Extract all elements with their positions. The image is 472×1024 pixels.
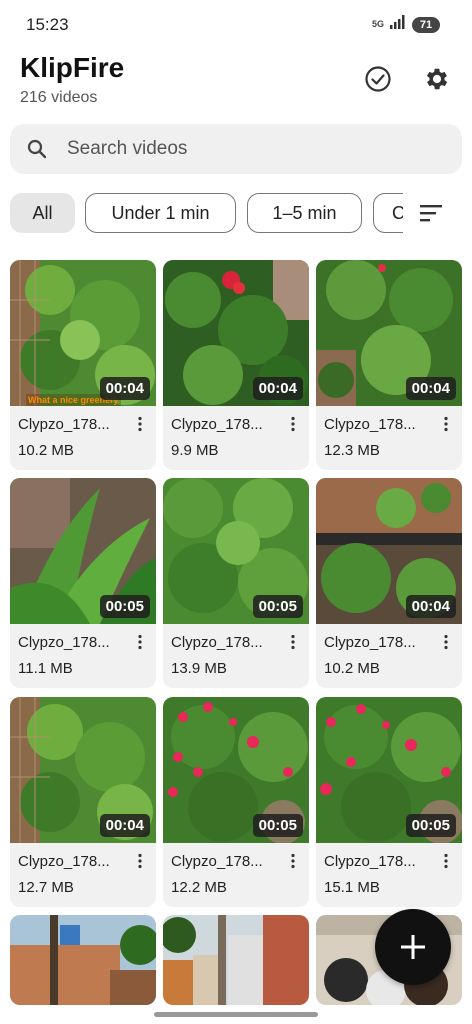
filter-row: All Under 1 min 1–5 min C bbox=[0, 193, 472, 233]
video-card[interactable] bbox=[163, 915, 309, 1005]
video-thumbnail[interactable]: 00:04 bbox=[316, 478, 462, 624]
video-name: Clypzo_178... bbox=[18, 416, 110, 433]
video-card[interactable]: 00:05 Clypzo_178... 13.9 MB bbox=[163, 478, 309, 688]
battery-icon: 71 bbox=[412, 16, 440, 33]
sort-button[interactable] bbox=[418, 201, 446, 225]
status-icons: 5G 71 bbox=[372, 15, 440, 34]
video-duration: 00:05 bbox=[252, 595, 303, 618]
video-thumbnail[interactable]: 00:05 bbox=[10, 478, 156, 624]
video-card[interactable]: 00:04 Clypzo_178... 12.3 MB bbox=[316, 260, 462, 470]
video-card[interactable]: 00:04 Clypzo_178... 12.7 MB bbox=[10, 697, 156, 907]
video-size: 12.3 MB bbox=[324, 442, 380, 459]
video-duration: 00:05 bbox=[99, 595, 150, 618]
video-card[interactable]: 00:04 Clypzo_178... 10.2 MB bbox=[316, 478, 462, 688]
video-thumbnail[interactable]: 00:04 bbox=[316, 260, 462, 406]
video-duration: 00:04 bbox=[252, 377, 303, 400]
network-label: 5G bbox=[371, 19, 384, 29]
gear-icon bbox=[426, 68, 448, 90]
more-options-icon[interactable] bbox=[136, 853, 144, 869]
video-thumbnail[interactable]: 00:04 bbox=[163, 260, 309, 406]
video-name: Clypzo_178... bbox=[171, 853, 263, 870]
video-name: Clypzo_178... bbox=[324, 416, 416, 433]
more-options-icon[interactable] bbox=[442, 416, 450, 432]
video-size: 15.1 MB bbox=[324, 879, 380, 896]
video-thumbnail[interactable] bbox=[10, 915, 156, 1005]
check-circle-icon bbox=[365, 66, 391, 92]
search-input[interactable]: Search videos bbox=[10, 124, 462, 174]
status-bar: 15:23 5G 71 bbox=[0, 0, 472, 50]
video-card[interactable]: 00:05 Clypzo_178... 12.2 MB bbox=[163, 697, 309, 907]
more-options-icon[interactable] bbox=[442, 634, 450, 650]
video-size: 12.2 MB bbox=[171, 879, 227, 896]
video-thumbnail[interactable]: 00:05 bbox=[316, 697, 462, 843]
video-duration: 00:05 bbox=[405, 814, 456, 837]
video-size: 9.9 MB bbox=[171, 442, 219, 459]
video-thumbnail[interactable]: What a nice greenery 00:04 bbox=[10, 260, 156, 406]
video-name: Clypzo_178... bbox=[171, 634, 263, 651]
more-options-icon[interactable] bbox=[136, 416, 144, 432]
sort-icon bbox=[420, 205, 442, 222]
video-thumbnail[interactable]: 00:05 bbox=[163, 478, 309, 624]
video-thumbnail[interactable] bbox=[163, 915, 309, 1005]
filter-chips: All Under 1 min 1–5 min C bbox=[10, 193, 403, 233]
more-options-icon[interactable] bbox=[289, 634, 297, 650]
video-duration: 00:04 bbox=[405, 377, 456, 400]
video-card[interactable] bbox=[10, 915, 156, 1005]
video-duration: 00:04 bbox=[405, 595, 456, 618]
more-options-icon[interactable] bbox=[136, 634, 144, 650]
filter-chip-more[interactable]: C bbox=[373, 193, 403, 233]
video-name: Clypzo_178... bbox=[18, 853, 110, 870]
add-video-button[interactable] bbox=[375, 909, 451, 985]
plus-icon bbox=[401, 935, 425, 959]
filter-chip-1-5-min[interactable]: 1–5 min bbox=[247, 193, 362, 233]
video-size: 12.7 MB bbox=[18, 879, 74, 896]
video-name: Clypzo_178... bbox=[324, 634, 416, 651]
video-size: 10.2 MB bbox=[18, 442, 74, 459]
app-header: KlipFire 216 videos bbox=[0, 50, 472, 116]
settings-button[interactable] bbox=[422, 64, 452, 94]
video-duration: 00:04 bbox=[99, 814, 150, 837]
filter-chip-under-1-min[interactable]: Under 1 min bbox=[85, 193, 236, 233]
video-count: 216 videos bbox=[20, 89, 98, 106]
home-indicator[interactable] bbox=[154, 1012, 318, 1017]
video-card[interactable]: 00:04 Clypzo_178... 9.9 MB bbox=[163, 260, 309, 470]
video-duration: 00:05 bbox=[252, 814, 303, 837]
filter-chip-all[interactable]: All bbox=[10, 193, 75, 233]
video-duration: 00:04 bbox=[99, 377, 150, 400]
video-size: 11.1 MB bbox=[18, 660, 73, 677]
video-thumbnail[interactable]: 00:05 bbox=[163, 697, 309, 843]
more-options-icon[interactable] bbox=[289, 853, 297, 869]
signal-icon bbox=[390, 15, 406, 34]
video-size: 10.2 MB bbox=[324, 660, 380, 677]
video-card[interactable]: 00:05 Clypzo_178... 11.1 MB bbox=[10, 478, 156, 688]
more-options-icon[interactable] bbox=[442, 853, 450, 869]
more-options-icon[interactable] bbox=[289, 416, 297, 432]
search-icon bbox=[27, 139, 47, 159]
app-title: KlipFire bbox=[20, 52, 125, 83]
video-name: Clypzo_178... bbox=[324, 853, 416, 870]
video-name: Clypzo_178... bbox=[18, 634, 110, 651]
search-placeholder: Search videos bbox=[67, 138, 188, 159]
select-button[interactable] bbox=[363, 64, 393, 94]
video-name: Clypzo_178... bbox=[171, 416, 263, 433]
status-time: 15:23 bbox=[26, 15, 69, 34]
video-card[interactable]: What a nice greenery 00:04 Clypzo_178...… bbox=[10, 260, 156, 470]
video-thumbnail[interactable]: 00:04 bbox=[10, 697, 156, 843]
video-card[interactable]: 00:05 Clypzo_178... 15.1 MB bbox=[316, 697, 462, 907]
video-size: 13.9 MB bbox=[171, 660, 227, 677]
